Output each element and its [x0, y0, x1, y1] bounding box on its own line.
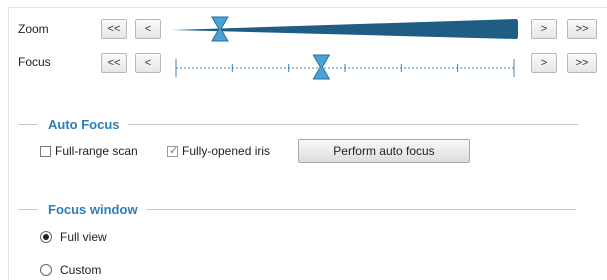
- section-divider: [18, 209, 38, 210]
- zoom-label: Zoom: [18, 22, 49, 36]
- focus-fast-back-button[interactable]: <<: [101, 53, 127, 73]
- fully-opened-iris-label: Fully-opened iris: [182, 144, 271, 158]
- checkmark-icon: ✓: [169, 144, 179, 157]
- radio-selected-dot: [43, 234, 49, 240]
- full-view-label: Full view: [60, 230, 107, 244]
- perform-auto-focus-button[interactable]: Perform auto focus: [298, 139, 470, 163]
- fully-opened-iris-checkbox[interactable]: ✓: [167, 144, 179, 157]
- zoom-fast-back-button[interactable]: <<: [101, 19, 127, 39]
- section-divider: [18, 124, 38, 125]
- full-range-scan-option[interactable]: Full-range scan: [40, 144, 138, 158]
- auto-focus-title: Auto Focus: [48, 117, 120, 132]
- focus-slider-handle: [312, 54, 331, 80]
- focus-back-button[interactable]: <: [135, 53, 161, 73]
- focus-window-title: Focus window: [48, 202, 138, 217]
- focus-ticks: [175, 59, 515, 77]
- zoom-back-button[interactable]: <: [135, 19, 161, 39]
- fully-opened-iris-option[interactable]: ✓ Fully-opened iris: [167, 144, 270, 158]
- full-view-option[interactable]: Full view: [40, 230, 107, 244]
- section-divider: [145, 209, 576, 210]
- focus-fast-forward-button[interactable]: >>: [567, 53, 597, 73]
- full-range-scan-checkbox[interactable]: [40, 145, 51, 157]
- focus-slider[interactable]: [172, 54, 520, 82]
- full-view-radio[interactable]: [40, 231, 52, 243]
- zoom-slider[interactable]: [172, 16, 520, 44]
- focus-forward-button[interactable]: >: [531, 53, 557, 73]
- focus-label: Focus: [18, 55, 51, 69]
- custom-radio[interactable]: [40, 264, 52, 276]
- zoom-fast-forward-button[interactable]: >>: [567, 19, 597, 39]
- custom-option[interactable]: Custom: [40, 263, 101, 277]
- focus-window-header: Focus window: [18, 202, 576, 217]
- full-range-scan-label: Full-range scan: [55, 144, 138, 158]
- section-divider: [127, 124, 578, 125]
- custom-label: Custom: [60, 263, 102, 277]
- zoom-forward-button[interactable]: >: [531, 19, 557, 39]
- auto-focus-header: Auto Focus: [18, 117, 578, 132]
